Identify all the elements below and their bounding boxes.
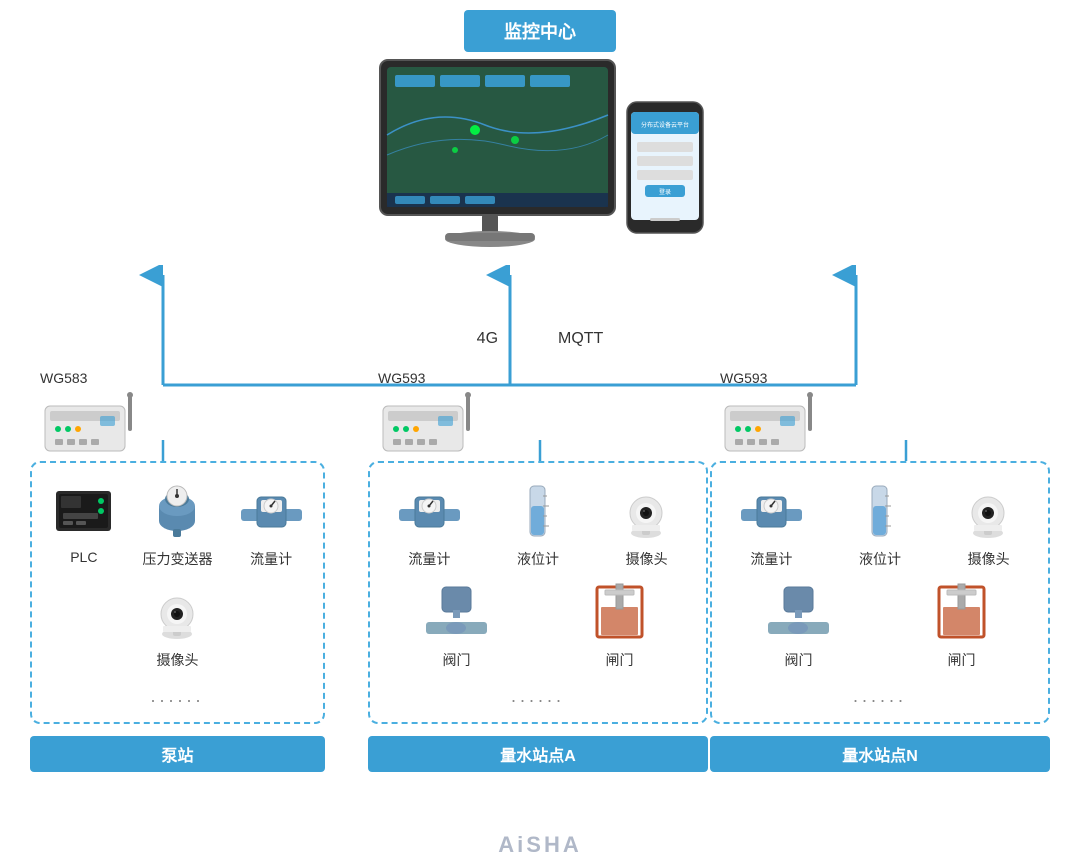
device-gate-a: 闸门 [580,579,660,670]
protocol-mqtt: MQTT [558,330,603,348]
monitor-center-label: 监控中心 [464,10,616,52]
water-station-n-box: 流量计 液位计 [710,461,1050,724]
more-dots-a: ...... [380,686,696,707]
device-valve-a: 阀门 [417,579,497,670]
router-wg583 [40,391,155,461]
monitor-display [375,55,635,270]
device-level-a: 液位计 [498,478,578,569]
device-flowmeter-a: 流量计 [389,478,469,569]
device-gate-n: 闸门 [922,579,1002,670]
svg-text:分布式设备云平台: 分布式设备云平台 [641,121,689,129]
wg583-label: WG583 [40,370,87,386]
device-plc: PLC [44,478,124,569]
water-station-n-label: 量水站点N [710,736,1050,772]
device-camera-n: 摄像头 [949,478,1029,569]
router-wg593a [378,391,493,461]
aisha-watermark: AiSHA [498,832,581,858]
device-camera-1: 摄像头 [138,579,218,670]
monitor-group: 分布式设备云平台 登录 [375,55,705,270]
device-valve-n: 阀门 [759,579,839,670]
device-flowmeter-n: 流量计 [731,478,811,569]
wg593a-label: WG593 [378,370,425,386]
device-pressure: 压力变送器 [137,478,217,569]
protocol-labels: 4G MQTT [477,330,604,348]
more-dots-n: ...... [722,686,1038,707]
water-station-a-label: 量水站点A [368,736,708,772]
device-camera-a: 摄像头 [607,478,687,569]
water-station-a-box: 流量计 液位计 [368,461,708,724]
pump-station-label: 泵站 [30,736,325,772]
mobile-phone: 分布式设备云平台 登录 [625,100,705,240]
device-flowmeter-1: 流量计 [231,478,311,569]
more-dots-1: ...... [42,686,313,707]
device-level-n: 液位计 [840,478,920,569]
svg-text:登录: 登录 [659,188,671,196]
wg593n-label: WG593 [720,370,767,386]
protocol-4g: 4G [477,330,498,348]
pump-station-box: PLC [30,461,325,724]
router-wg593n [720,391,835,461]
